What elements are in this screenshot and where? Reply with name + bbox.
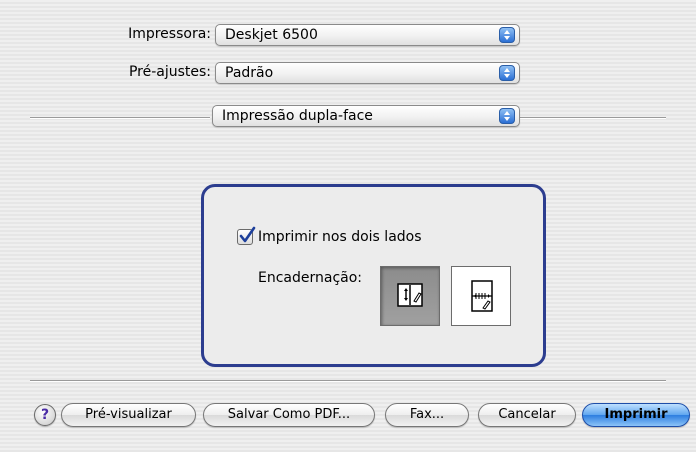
help-button[interactable]: ? [34,404,56,426]
panel-menu-popup[interactable]: Impressão dupla-face [212,105,520,127]
printer-popup[interactable]: Deskjet 6500 [215,24,520,46]
duplex-checkbox-label[interactable]: Imprimir nos dois lados [258,229,422,245]
top-binding-button[interactable] [451,266,511,326]
save-as-pdf-button[interactable]: Salvar Como PDF... [203,403,375,427]
popup-arrows-icon [499,65,515,81]
presets-popup[interactable]: Padrão [215,62,520,84]
side-binding-button[interactable] [380,266,440,326]
bottom-separator [30,380,666,381]
popup-arrows-icon [499,108,515,124]
separator-right [520,117,666,118]
side-binding-icon [397,283,423,307]
checkmark-icon [239,226,256,243]
cancel-button[interactable]: Cancelar [478,403,576,427]
presets-label: Pré-ajustes: [128,64,211,80]
fax-button[interactable]: Fax... [385,403,469,427]
duplex-checkbox[interactable] [237,226,256,245]
presets-value: Padrão [225,65,274,81]
separator-left [30,117,210,118]
binding-label: Encadernação: [258,270,363,286]
preview-button[interactable]: Pré-visualizar [61,403,196,427]
popup-arrows-icon [499,27,515,43]
printer-value: Deskjet 6500 [225,27,318,43]
printer-label: Impressora: [128,26,211,42]
top-binding-icon [471,280,493,312]
print-button[interactable]: Imprimir [582,403,690,427]
panel-menu-value: Impressão dupla-face [222,108,373,124]
